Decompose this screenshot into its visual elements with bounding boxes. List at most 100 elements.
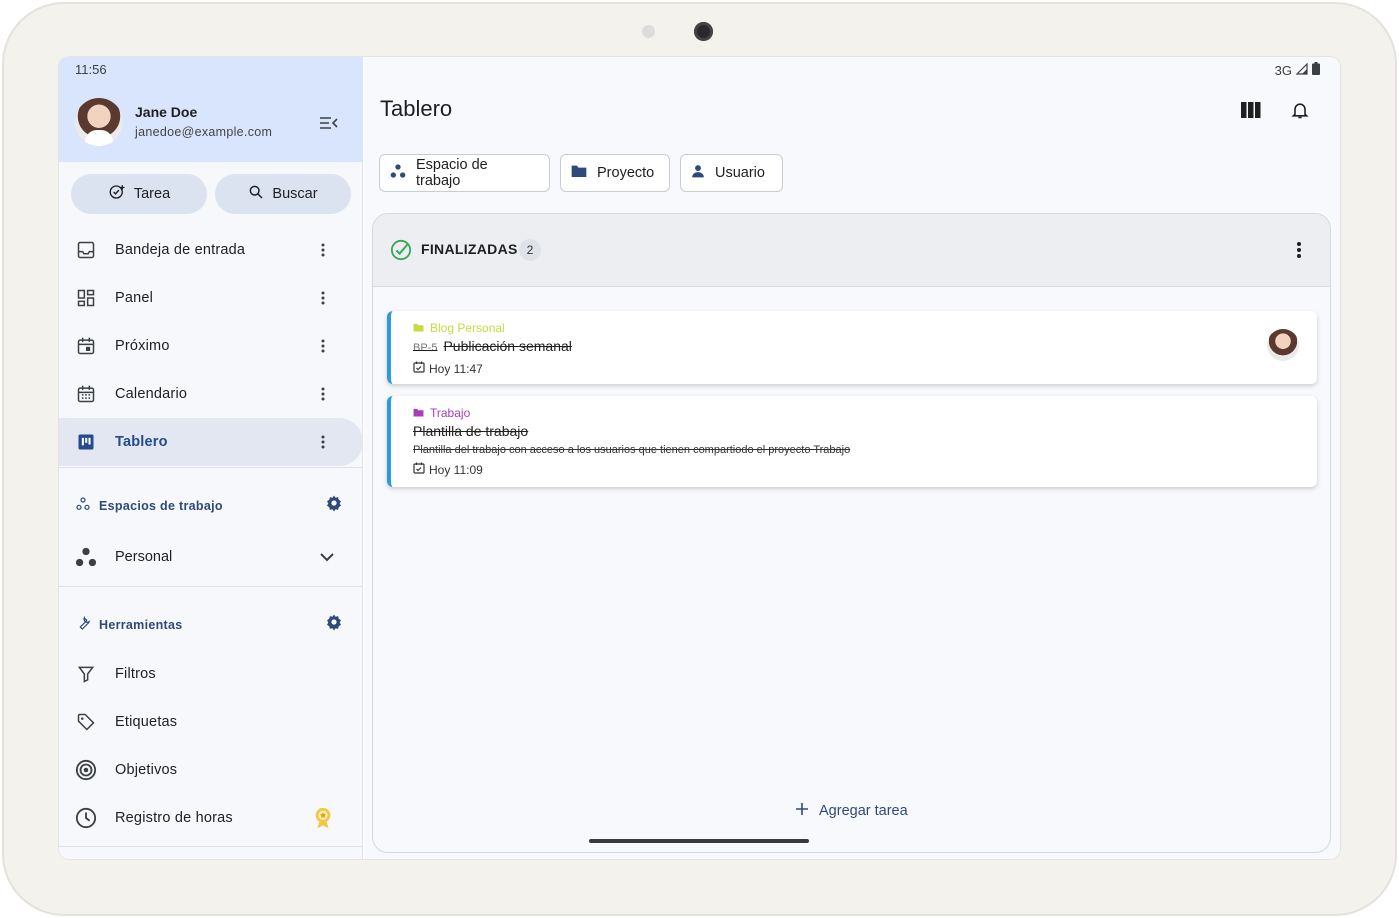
more-vert-icon[interactable] [1287,238,1311,262]
chevron-down-icon[interactable] [315,545,339,569]
avatar[interactable] [75,98,123,146]
sensor-dot [642,25,655,38]
card-date-text: Hoy 11:09 [429,462,483,477]
workspace-settings-gear-icon[interactable] [325,494,345,514]
sidebar-item-board[interactable]: Tablero [59,418,363,466]
column-count-badge: 2 [519,239,541,261]
divider [59,846,363,847]
sidebar-item-panel[interactable]: Panel [59,274,363,322]
workspaces-icon [75,496,91,515]
filter-icon [75,663,97,685]
tools-header[interactable]: Herramientas [75,615,183,634]
signal-icon [1295,62,1308,78]
network-type: 3G [1274,62,1292,78]
main-content: 3G Tablero Espacio de trabajo Proyecto U… [364,57,1340,859]
tools-list: Filtros Etiquetas Objetivos Registro de … [59,650,363,842]
more-vert-icon[interactable] [313,432,333,452]
task-id: BP-5 [413,342,438,354]
workspace-dots-icon [75,546,97,568]
columns-view-icon[interactable] [1238,97,1264,123]
user-filter-chip[interactable]: Usuario [680,154,783,192]
target-icon [75,759,97,781]
sidebar-header: 11:56 Jane Doe janedoe@example.com [59,57,363,162]
card-project: Blog Personal [413,321,505,335]
camera-lens [694,22,713,41]
project-filter-label: Proyecto [597,165,655,181]
clock-icon [75,807,97,829]
workspace-dots-icon [390,163,406,183]
event-check-icon [413,361,425,376]
page-title: Tablero [380,96,453,121]
screen: 11:56 Jane Doe janedoe@example.com Tarea… [59,57,1340,859]
workspace-selector[interactable]: Personal [59,533,363,581]
plus-icon [795,802,809,820]
more-vert-icon[interactable] [313,240,333,260]
board-column-done: FINALIZADAS 2 Blog Personal BP-5 Publicac… [372,213,1331,853]
gesture-home-bar[interactable] [589,839,809,843]
card-description: Plantilla del trabajo con acceso a los u… [413,444,851,456]
search-button[interactable]: Buscar [215,174,351,214]
sidebar-item-label: Etiquetas [115,714,178,730]
sidebar-item-goals[interactable]: Objetivos [59,746,363,794]
battery-icon [1312,62,1320,78]
nav-list: Bandeja de entrada Panel Próximo Calenda… [59,226,363,466]
sidebar-item-label: Filtros [115,666,156,682]
sidebar-item-time-log[interactable]: Registro de horas [59,794,363,842]
more-vert-icon[interactable] [313,288,333,308]
inbox-icon [75,239,97,261]
more-vert-icon[interactable] [313,336,333,356]
sidebar-item-filters[interactable]: Filtros [59,650,363,698]
card-title-line: BP-5 Publicación semanal [413,338,572,354]
card-project: Trabajo [413,406,470,420]
bell-icon[interactable] [1287,97,1313,123]
status-icons: 3G [1275,62,1320,78]
sidebar-item-inbox[interactable]: Bandeja de entrada [59,226,363,274]
calendar-today-icon [75,335,97,357]
calendar-month-icon [75,383,97,405]
add-task-icon [108,183,126,205]
tools-header-label: Herramientas [99,617,183,632]
workspace-filter-chip[interactable]: Espacio de trabajo [379,154,550,192]
user-filter-label: Usuario [715,165,765,181]
workspaces-header[interactable]: Espacios de trabajo [75,496,223,515]
sidebar-item-calendar[interactable]: Calendario [59,370,363,418]
search-label: Buscar [272,186,318,202]
column-header: FINALIZADAS 2 [373,214,1330,287]
check-circle-icon [390,239,412,261]
new-task-button[interactable]: Tarea [71,174,207,214]
sidebar-item-label: Objetivos [115,762,178,778]
collapse-menu-icon[interactable] [317,111,341,135]
column-title: FINALIZADAS [421,241,518,257]
task-card[interactable]: Trabajo Plantilla de trabajo Plantilla d… [387,396,1317,487]
card-title: Publicación semanal [443,338,572,354]
task-card[interactable]: Blog Personal BP-5 Publicación semanal Ho… [387,311,1317,384]
sidebar-item-tags[interactable]: Etiquetas [59,698,363,746]
divider [59,586,363,587]
folder-icon [571,164,587,182]
wrench-icon [75,615,91,634]
assignee-avatar[interactable] [1267,329,1299,361]
premium-badge-icon[interactable] [312,806,334,834]
search-icon [248,184,264,204]
tools-settings-gear-icon[interactable] [325,613,345,633]
card-project-name: Blog Personal [430,321,505,335]
event-check-icon [413,462,425,477]
folder-icon [413,406,424,420]
card-date-text: Hoy 11:47 [429,361,483,376]
sidebar-item-upcoming[interactable]: Próximo [59,322,363,370]
card-date: Hoy 11:47 [413,361,483,376]
more-vert-icon[interactable] [313,384,333,404]
new-task-label: Tarea [133,186,171,202]
card-date: Hoy 11:09 [413,462,483,477]
project-filter-chip[interactable]: Proyecto [560,154,670,192]
add-task-label: Agregar tarea [819,803,908,819]
divider [59,467,363,468]
add-task-button[interactable]: Agregar tarea [795,802,908,820]
workspaces-header-label: Espacios de trabajo [99,498,223,513]
dashboard-icon [75,287,97,309]
sidebar: 11:56 Jane Doe janedoe@example.com Tarea… [59,57,363,859]
user-email: janedoe@example.com [135,125,273,139]
workspace-filter-label: Espacio de trabajo [416,157,488,189]
card-project-name: Trabajo [430,406,471,420]
folder-icon [413,321,424,335]
